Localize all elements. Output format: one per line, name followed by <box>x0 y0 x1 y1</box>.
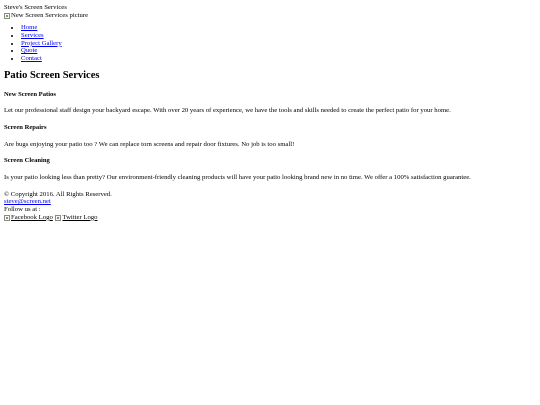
nav-link-quote[interactable]: Quote <box>21 47 37 54</box>
nav-link-contact[interactable]: Contact <box>21 55 42 62</box>
social-links: Facebook Logo Twitter Logo <box>4 214 536 224</box>
nav-item-services: Services <box>21 32 536 40</box>
facebook-alt-text: Facebook Logo <box>11 213 53 221</box>
email-link[interactable]: steve@screen.net <box>4 198 51 205</box>
hero-image-placeholder: New Screen Services picture <box>4 12 88 20</box>
nav-item-contact: Contact <box>21 55 536 63</box>
footer-email-line: steve@screen.net <box>4 198 536 206</box>
twitter-alt-text: Twitter Logo <box>62 213 98 221</box>
hero-image: New Screen Services picture <box>4 12 536 22</box>
facebook-icon <box>4 214 10 221</box>
nav-link-services[interactable]: Services <box>21 32 44 39</box>
section-title-screen-repairs: Screen Repairs <box>4 124 47 132</box>
nav-link-project-gallery[interactable]: Project Gallery <box>21 40 62 47</box>
page-title: Patio Screen Services <box>4 69 100 81</box>
copyright-text: © Copyright 2016. All Rights Reserved. <box>4 190 112 198</box>
section-text-screen-cleaning: Is your patio looking less than pretty? … <box>4 173 471 181</box>
main-nav: Home Services Project Gallery Quote Cont… <box>4 24 536 63</box>
nav-item-project-gallery: Project Gallery <box>21 40 536 48</box>
nav-item-home: Home <box>21 24 536 32</box>
section-title-new-screen-patios: New Screen Patios <box>4 90 56 98</box>
nav-item-quote: Quote <box>21 47 536 55</box>
follow-label: Follow us at : <box>4 206 41 214</box>
footer: © Copyright 2016. All Rights Reserved. s… <box>4 191 536 224</box>
page-container: Steve's Screen Services New Screen Servi… <box>4 4 536 223</box>
hero-image-alt-text: New Screen Services picture <box>11 11 89 19</box>
section-title-screen-cleaning: Screen Cleaning <box>4 157 50 165</box>
section-text-new-screen-patios: Let our professional staff design your b… <box>4 107 451 115</box>
section-text-screen-repairs: Are bugs enjoying your patio too ? We ca… <box>4 140 295 148</box>
nav-link-home[interactable]: Home <box>21 24 37 31</box>
twitter-link[interactable]: Twitter Logo <box>55 214 97 222</box>
twitter-icon <box>55 214 62 221</box>
facebook-link[interactable]: Facebook Logo <box>4 214 53 222</box>
broken-image-icon <box>4 12 10 19</box>
site-title: Steve's Screen Services <box>4 4 67 11</box>
